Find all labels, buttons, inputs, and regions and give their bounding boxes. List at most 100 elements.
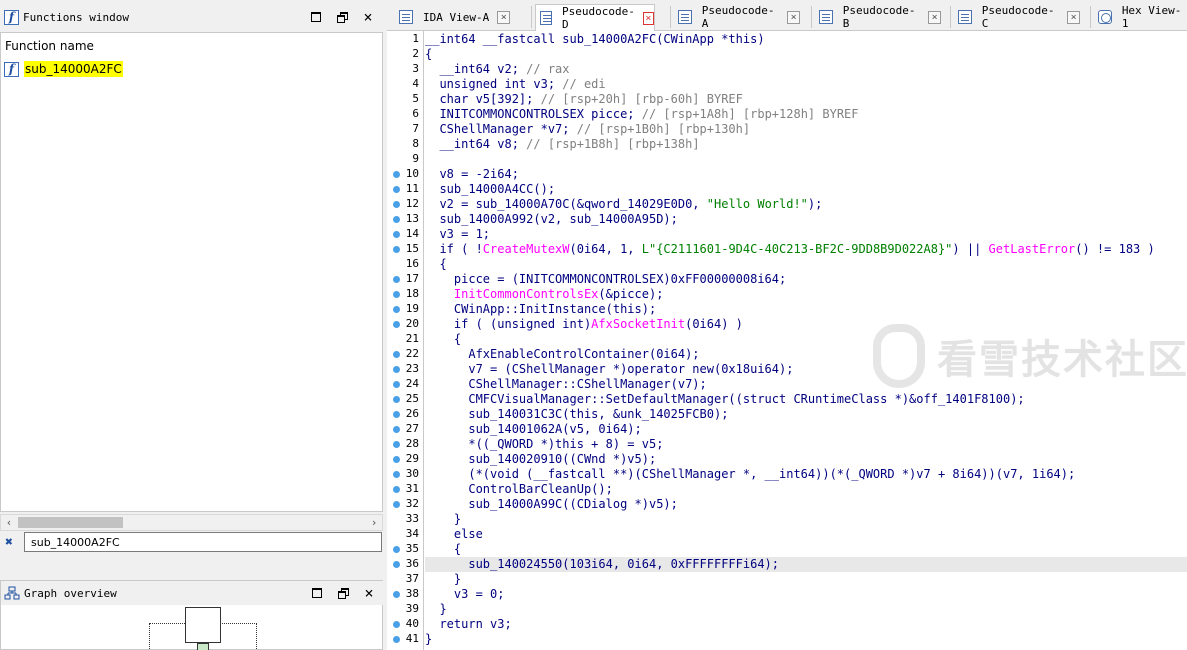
filter-input[interactable]: sub_14000A2FC bbox=[24, 532, 382, 552]
functions-window-title: Functions window bbox=[23, 10, 129, 24]
code-line[interactable]: } bbox=[425, 602, 1187, 617]
graph-overview-titlebar: Graph overview × bbox=[1, 581, 384, 605]
line-number: 16 bbox=[405, 257, 419, 270]
breakpoint-dot-icon[interactable] bbox=[393, 366, 400, 373]
code-line[interactable]: sub_14000A4CC(); bbox=[425, 182, 1187, 197]
restore-button[interactable] bbox=[334, 585, 352, 601]
breakpoint-dot-icon[interactable] bbox=[393, 426, 400, 433]
breakpoint-dot-icon[interactable] bbox=[393, 246, 400, 253]
code-line[interactable]: sub_140020910((CWnd *)v5); bbox=[425, 452, 1187, 467]
tab-pseudocode-a[interactable]: Pseudocode-A × bbox=[674, 4, 800, 30]
tab-pseudocode-b[interactable]: Pseudocode-B × bbox=[815, 4, 941, 30]
code-line[interactable]: v8 = -2i64; bbox=[425, 167, 1187, 182]
pseudocode-editor[interactable]: 1 2 3 4 5 6 7 8 9 10 11 12 13 14 15 16 17 18 19 20 21 22 23 24 2… bbox=[387, 31, 1187, 650]
watermark-logo-icon bbox=[873, 324, 925, 388]
code-line[interactable]: v3 = 0; bbox=[425, 587, 1187, 602]
code-line[interactable]: sub_14000A992(v2, sub_14000A95D); bbox=[425, 212, 1187, 227]
column-header-function-name[interactable]: Function name bbox=[5, 39, 94, 53]
breakpoint-dot-icon[interactable] bbox=[393, 591, 400, 598]
code-line[interactable]: sub_140031C3C(this, &unk_14025FCB0); bbox=[425, 407, 1187, 422]
code-line[interactable]: } bbox=[425, 512, 1187, 527]
graph-node[interactable] bbox=[185, 607, 221, 643]
breakpoint-dot-icon[interactable] bbox=[393, 456, 400, 463]
breakpoint-dot-icon[interactable] bbox=[393, 621, 400, 628]
minimize-button[interactable] bbox=[308, 585, 326, 601]
code-line[interactable]: sub_140024550(103i64, 0i64, 0xFFFFFFFFi6… bbox=[425, 557, 1187, 572]
code-line[interactable]: return v3; bbox=[425, 617, 1187, 632]
function-name: sub_14000A2FC bbox=[24, 61, 123, 77]
code-line[interactable] bbox=[425, 152, 1187, 167]
breakpoint-dot-icon[interactable] bbox=[393, 291, 400, 298]
breakpoint-dot-icon[interactable] bbox=[393, 321, 400, 328]
line-number: 37 bbox=[405, 572, 419, 585]
code-line[interactable]: sub_14001062A(v5, 0i64); bbox=[425, 422, 1187, 437]
graph-node[interactable] bbox=[197, 643, 209, 650]
code-line[interactable]: { bbox=[425, 47, 1187, 62]
code-line[interactable]: } bbox=[425, 632, 1187, 647]
code-line[interactable]: CWinApp::InitInstance(this); bbox=[425, 302, 1187, 317]
tab-pseudocode-c[interactable]: Pseudocode-C × bbox=[954, 4, 1080, 30]
close-button[interactable]: × bbox=[360, 584, 378, 602]
breakpoint-dot-icon[interactable] bbox=[393, 441, 400, 448]
line-number: 33 bbox=[405, 512, 419, 525]
breakpoint-dot-icon[interactable] bbox=[393, 486, 400, 493]
code-line[interactable]: __int64 __fastcall sub_14000A2FC(CWinApp… bbox=[425, 32, 1187, 47]
code-line[interactable]: char v5[392]; // [rsp+20h] [rbp-60h] BYR… bbox=[425, 92, 1187, 107]
minimize-button[interactable] bbox=[307, 9, 325, 25]
scrollbar-thumb[interactable] bbox=[18, 517, 123, 528]
code-line[interactable]: *((_QWORD *)this + 8) = v5; bbox=[425, 437, 1187, 452]
breakpoint-dot-icon[interactable] bbox=[393, 351, 400, 358]
breakpoint-dot-icon[interactable] bbox=[393, 411, 400, 418]
tab-close-icon[interactable]: × bbox=[642, 11, 654, 25]
breakpoint-dot-icon[interactable] bbox=[393, 636, 400, 643]
breakpoint-dot-icon[interactable] bbox=[393, 381, 400, 388]
breakpoint-dot-icon[interactable] bbox=[393, 501, 400, 508]
tab-pseudocode-d[interactable]: Pseudocode-D × bbox=[535, 4, 655, 31]
close-button[interactable]: × bbox=[359, 8, 377, 26]
code-line[interactable]: CMFCVisualManager::SetDefaultManager((st… bbox=[425, 392, 1187, 407]
breakpoint-dot-icon[interactable] bbox=[393, 396, 400, 403]
tab-close-icon[interactable]: × bbox=[497, 10, 511, 24]
tab-ida-view-a[interactable]: IDA View-A × bbox=[395, 6, 520, 28]
tab-close-icon[interactable]: × bbox=[928, 10, 941, 24]
scroll-left-icon[interactable]: ‹ bbox=[1, 515, 17, 530]
code-line[interactable]: v2 = sub_14000A70C(&qword_14029E0D0, "He… bbox=[425, 197, 1187, 212]
breakpoint-dot-icon[interactable] bbox=[393, 186, 400, 193]
list-item[interactable]: f sub_14000A2FC bbox=[4, 61, 123, 77]
breakpoint-dot-icon[interactable] bbox=[393, 231, 400, 238]
horizontal-scrollbar[interactable]: ‹ › bbox=[0, 514, 383, 531]
tab-hex-view-1[interactable]: Hex View-1 bbox=[1094, 4, 1187, 30]
code-line[interactable]: unsigned int v3; // edi bbox=[425, 77, 1187, 92]
code-line[interactable]: } bbox=[425, 572, 1187, 587]
code-line[interactable]: picce = (INITCOMMONCONTROLSEX)0xFF000000… bbox=[425, 272, 1187, 287]
restore-button[interactable] bbox=[333, 9, 351, 25]
breakpoint-dot-icon[interactable] bbox=[393, 471, 400, 478]
breakpoint-dot-icon[interactable] bbox=[393, 216, 400, 223]
tab-close-icon[interactable]: × bbox=[787, 10, 800, 24]
code-line[interactable]: __int64 v8; // [rsp+1B8h] [rbp+138h] bbox=[425, 137, 1187, 152]
breakpoint-dot-icon[interactable] bbox=[393, 306, 400, 313]
code-line[interactable]: CShellManager *v7; // [rsp+1B0h] [rbp+13… bbox=[425, 122, 1187, 137]
code-line[interactable]: { bbox=[425, 542, 1187, 557]
breakpoint-dot-icon[interactable] bbox=[393, 276, 400, 283]
clear-filter-icon[interactable]: ✖ bbox=[0, 535, 18, 550]
breakpoint-dot-icon[interactable] bbox=[393, 201, 400, 208]
code-line[interactable]: v3 = 1; bbox=[425, 227, 1187, 242]
breakpoint-dot-icon[interactable] bbox=[393, 561, 400, 568]
code-line[interactable]: else bbox=[425, 527, 1187, 542]
breakpoint-dot-icon[interactable] bbox=[393, 546, 400, 553]
code-line[interactable]: InitCommonControlsEx(&picce); bbox=[425, 287, 1187, 302]
line-number: 2 bbox=[412, 47, 419, 60]
code-line[interactable]: sub_14000A99C((CDialog *)v5); bbox=[425, 497, 1187, 512]
code-line[interactable]: (*(void (__fastcall **)(CShellManager *,… bbox=[425, 467, 1187, 482]
pseudocode-icon bbox=[540, 11, 552, 25]
code-line[interactable]: __int64 v2; // rax bbox=[425, 62, 1187, 77]
code-line[interactable]: { bbox=[425, 257, 1187, 272]
code-line[interactable]: INITCOMMONCONTROLSEX picce; // [rsp+1A8h… bbox=[425, 107, 1187, 122]
breakpoint-dot-icon[interactable] bbox=[393, 171, 400, 178]
code-line[interactable]: ControlBarCleanUp(); bbox=[425, 482, 1187, 497]
tab-close-icon[interactable]: × bbox=[1067, 10, 1080, 24]
tab-separator bbox=[1090, 6, 1091, 28]
code-line[interactable]: if ( !CreateMutexW(0i64, 1, L"{C2111601-… bbox=[425, 242, 1187, 257]
scroll-right-icon[interactable]: › bbox=[366, 515, 382, 530]
